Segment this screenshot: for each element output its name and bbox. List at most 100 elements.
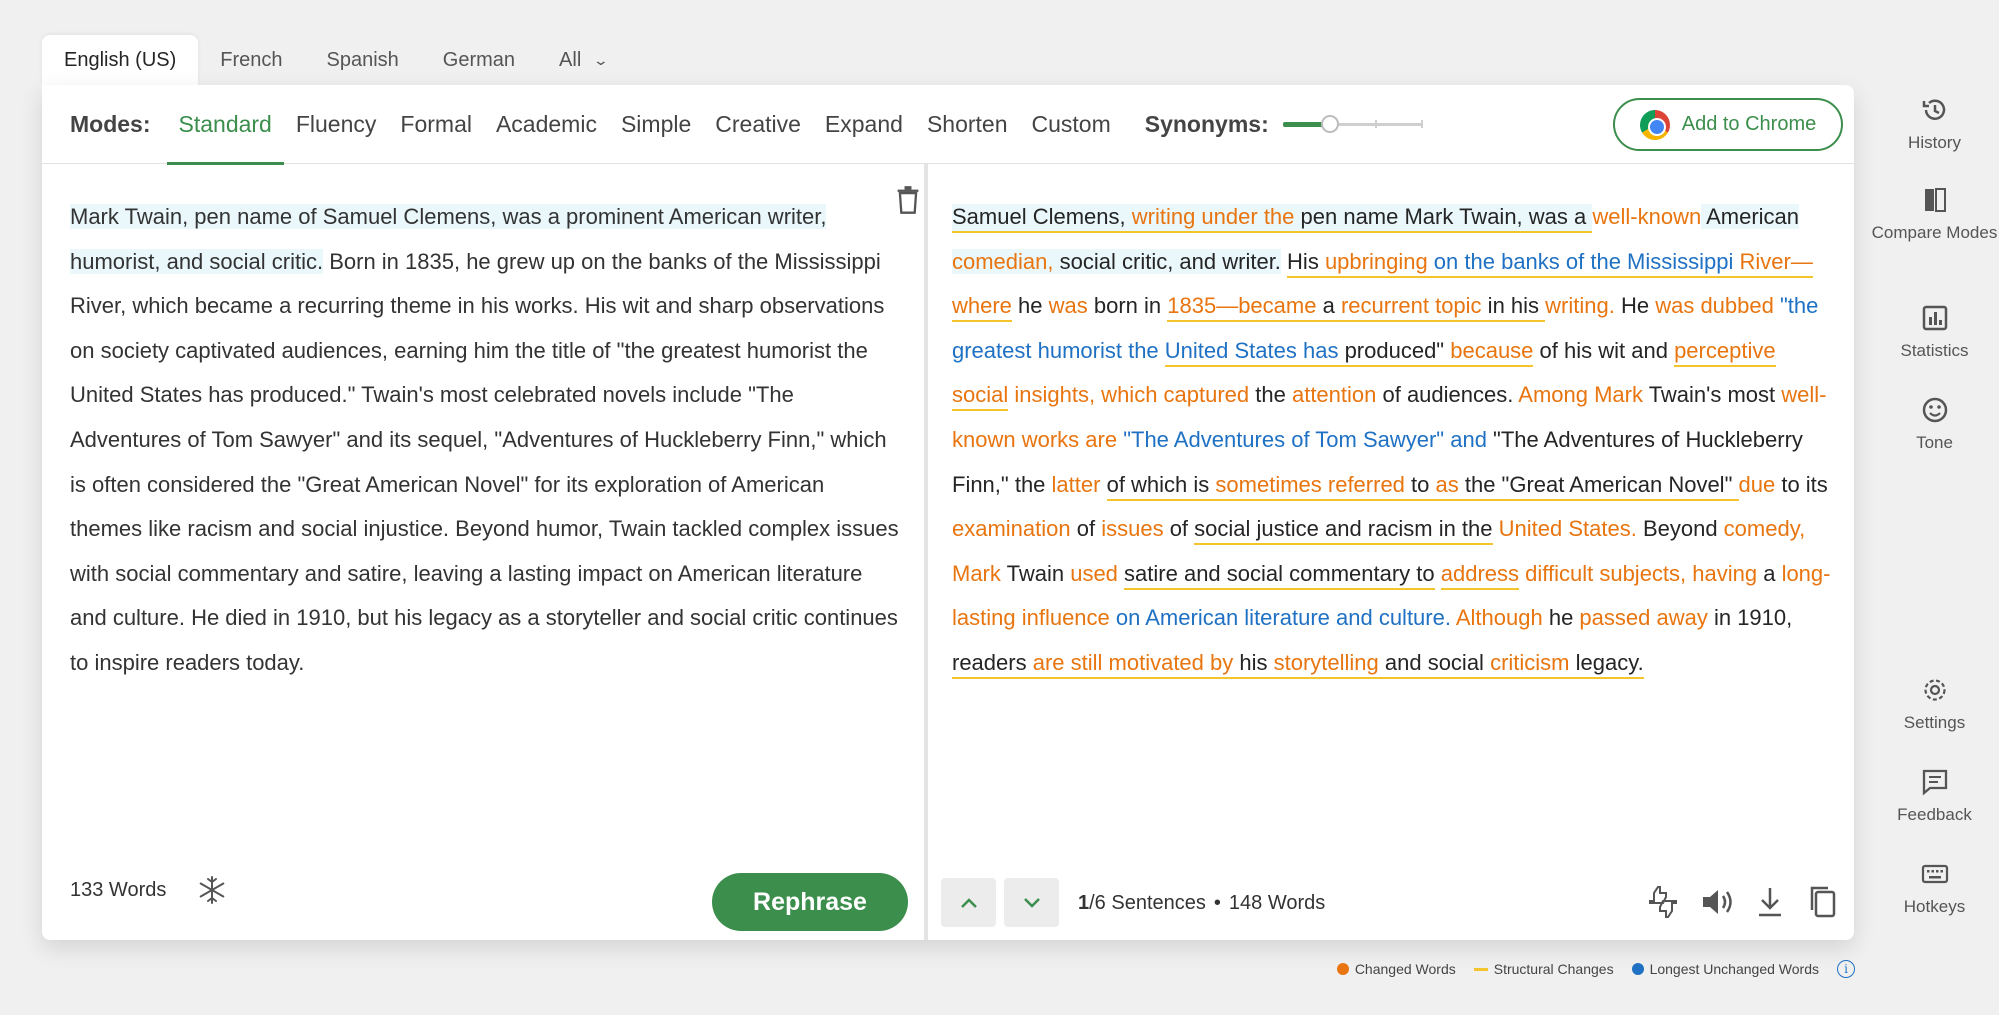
sidebar-item-statistics[interactable]: Statistics (1870, 303, 1999, 363)
previous-sentence-button[interactable] (941, 878, 996, 927)
sidebar-tone-label: Tone (1916, 433, 1953, 452)
trash-icon[interactable] (894, 185, 922, 215)
tab-all-languages-dropdown[interactable]: All ⌄ (537, 35, 629, 85)
sidebar-feedback-label: Feedback (1897, 805, 1972, 824)
sidebar-item-tone[interactable]: Tone (1870, 395, 1999, 455)
output-text-segment: produced" (1338, 337, 1451, 367)
changed-words[interactable]: Although (1451, 605, 1543, 630)
changed-words[interactable]: difficult subjects, having (1519, 561, 1757, 586)
tab-english-us[interactable]: English (US) (42, 35, 199, 85)
mode-formal[interactable]: Formal (388, 85, 484, 164)
changed-words[interactable]: United States. (1493, 516, 1637, 541)
speaker-icon[interactable] (1698, 883, 1736, 921)
paraphraser-card: Modes: Standard Fluency Formal Academic … (42, 85, 1854, 940)
changed-words[interactable]: latter (1052, 472, 1101, 497)
changed-words[interactable]: attention (1292, 382, 1376, 407)
changed-words[interactable]: Among Mark (1518, 382, 1643, 407)
tab-french[interactable]: French (198, 35, 304, 85)
changed-words[interactable]: issues (1101, 516, 1163, 541)
changed-words[interactable]: as (1435, 471, 1459, 501)
mode-expand[interactable]: Expand (813, 85, 915, 164)
copy-icon[interactable] (1804, 883, 1842, 921)
language-tabs: English (US) French Spanish German All ⌄ (42, 35, 629, 85)
changed-words[interactable]: was dubbed (1655, 293, 1774, 318)
changed-words[interactable]: comedian, (952, 248, 1054, 274)
unchanged-words[interactable]: "The Adventures of Tom Sawyer" and (1117, 427, 1487, 452)
changed-words[interactable]: storytelling (1273, 649, 1379, 679)
tab-german[interactable]: German (421, 35, 537, 85)
output-word-count: 148 Words (1228, 891, 1326, 914)
changed-words[interactable]: recurrent topic (1340, 293, 1482, 323)
chevron-down-icon (1023, 897, 1040, 908)
input-footer: 133 Words (70, 870, 228, 910)
right-sidebar: History Compare Modes Statistics Tone Se… (1870, 85, 1999, 940)
info-icon[interactable]: i (1837, 960, 1855, 978)
output-text-area[interactable]: Samuel Clemens, writing under the pen na… (952, 195, 1832, 686)
changed-words[interactable]: because (1450, 337, 1534, 367)
changed-words[interactable]: sometimes referred (1215, 471, 1405, 501)
changed-words[interactable]: well-known (1592, 204, 1701, 229)
mode-standard[interactable]: Standard (166, 85, 285, 165)
output-text-segment: readers (952, 649, 1033, 679)
sentence-info: 1 /6 Sentences • 148 Words (1078, 885, 1325, 921)
pane-divider[interactable] (924, 164, 928, 940)
changed-dot-icon (1336, 963, 1349, 975)
add-to-chrome-button[interactable]: Add to Chrome (1613, 98, 1843, 151)
output-text-segment: American (1701, 204, 1800, 229)
current-sentence-number: 1 (1078, 891, 1090, 914)
changed-words[interactable]: was (1049, 293, 1088, 318)
changed-words[interactable]: writing under the (1131, 204, 1295, 233)
changed-words[interactable]: upbringing (1324, 248, 1428, 278)
mode-simple[interactable]: Simple (609, 85, 703, 164)
mode-fluency[interactable]: Fluency (284, 85, 389, 164)
legend-changed-label: Changed Words (1354, 961, 1456, 977)
sidebar-item-settings[interactable]: Settings (1870, 675, 1999, 735)
unchanged-words[interactable]: on American literature and culture. (1110, 605, 1451, 630)
slider-knob[interactable] (1320, 115, 1339, 133)
freeze-words-icon[interactable] (196, 874, 228, 906)
changed-words[interactable]: address (1440, 560, 1520, 590)
mode-creative[interactable]: Creative (703, 85, 813, 164)
unchanged-dot-icon (1631, 963, 1644, 975)
gear-icon (1923, 679, 1946, 701)
mode-custom[interactable]: Custom (1020, 85, 1123, 164)
unchanged-words[interactable]: on the banks of the Mississippi (1427, 248, 1734, 278)
mode-shorten[interactable]: Shorten (915, 85, 1020, 164)
synonyms-slider[interactable] (1282, 114, 1423, 134)
sidebar-item-hotkeys[interactable]: Hotkeys (1870, 859, 1999, 919)
sidebar-item-feedback[interactable]: Feedback (1870, 767, 1999, 827)
changed-words[interactable]: used (1070, 561, 1118, 586)
changed-words[interactable]: 1835—became (1167, 293, 1317, 323)
separator-dot: • (1213, 891, 1221, 914)
thumbs-feedback-icon[interactable] (1644, 883, 1682, 921)
structural-line-icon (1473, 967, 1488, 971)
output-text-segment: and social (1378, 649, 1491, 679)
changed-words[interactable]: examination (952, 516, 1071, 541)
changed-words[interactable]: due (1739, 472, 1776, 497)
output-text-segment: in 1910, (1707, 605, 1793, 631)
output-text-segment: in his (1481, 293, 1546, 323)
sentence-count: /6 Sentences (1089, 891, 1206, 914)
sidebar-hotkeys-label: Hotkeys (1903, 897, 1966, 916)
output-text-segment: of audiences. (1376, 382, 1519, 408)
unchanged-words[interactable]: United States has (1164, 337, 1339, 367)
mode-academic[interactable]: Academic (484, 85, 609, 164)
changed-words[interactable]: insights, which captured (1008, 382, 1249, 407)
changed-words[interactable]: are still motivated by (1032, 649, 1234, 679)
rephrase-button[interactable]: Rephrase (712, 873, 908, 931)
sidebar-item-compare-modes[interactable]: Compare Modes (1870, 185, 1999, 245)
output-text-segment: Twain's most (1642, 382, 1782, 408)
changed-words[interactable]: criticism (1490, 649, 1570, 679)
next-sentence-button[interactable] (1004, 878, 1059, 927)
sidebar-settings-label: Settings (1903, 713, 1966, 732)
changed-words[interactable]: passed away (1579, 605, 1707, 630)
history-icon (1922, 99, 1945, 120)
changed-words[interactable]: writing. (1545, 293, 1615, 318)
compare-modes-icon (1924, 188, 1946, 212)
chevron-down-icon: ⌄ (592, 51, 610, 68)
input-text-area[interactable]: Mark Twain, pen name of Samuel Clemens, … (70, 195, 900, 686)
sidebar-history-label: History (1908, 133, 1961, 152)
sidebar-item-history[interactable]: History (1870, 95, 1999, 155)
tab-spanish[interactable]: Spanish (305, 35, 421, 85)
download-icon[interactable] (1751, 883, 1789, 921)
